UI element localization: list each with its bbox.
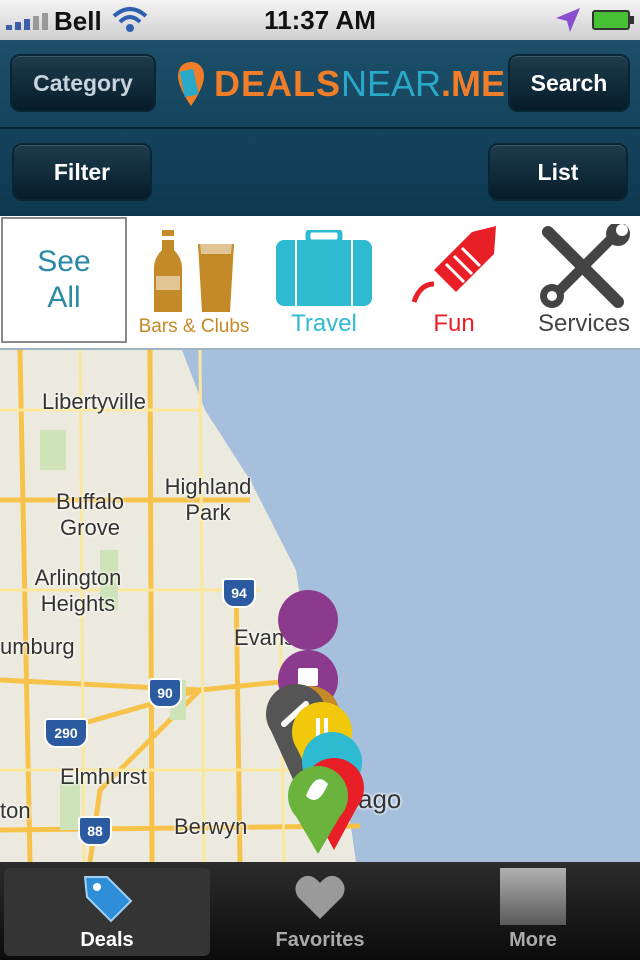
tab-favorites[interactable]: Favorites: [217, 868, 423, 956]
app-logo: DEALS NEAR .ME: [176, 56, 505, 112]
category-bars-clubs[interactable]: Bars & Clubs: [130, 216, 258, 348]
see-all-button[interactable]: See All: [1, 217, 127, 343]
more-icon: [500, 868, 566, 925]
clock: 11:37 AM: [264, 5, 376, 35]
nav-header: Category DEALS NEAR .ME Search Filter Li…: [0, 40, 640, 216]
category-fun[interactable]: Fun: [390, 216, 518, 348]
tools-icon: [540, 224, 630, 308]
search-button[interactable]: Search: [508, 54, 630, 112]
category-strip: See All Bars & Clubs Travel Fun Services: [0, 216, 640, 351]
price-tag-icon: [83, 876, 133, 923]
tab-label: More: [509, 929, 557, 951]
location-arrow-icon: [556, 8, 580, 32]
category-travel[interactable]: Travel: [260, 216, 388, 348]
heart-icon: [295, 875, 345, 919]
firework-rocket-icon: [411, 226, 496, 303]
filter-button[interactable]: Filter: [12, 143, 152, 201]
tab-bar: Deals Favorites More: [0, 862, 640, 960]
tab-label: Favorites: [275, 929, 365, 951]
category-label: Services: [537, 310, 631, 337]
category-services[interactable]: Services: [520, 216, 640, 348]
category-button[interactable]: Category: [10, 54, 156, 112]
tab-label: Deals: [80, 929, 134, 951]
tab-more[interactable]: More: [430, 868, 636, 956]
suitcase-icon: [276, 230, 372, 306]
tab-deals[interactable]: Deals: [4, 868, 210, 956]
header-divider: [0, 127, 640, 129]
category-label: Travel: [291, 310, 357, 337]
logo-deals-text: DEALS: [214, 63, 342, 104]
status-bar: Bell 11:37 AM: [0, 0, 640, 40]
map-view[interactable]: Libertyville Buffalo Grove Highland Park…: [0, 350, 640, 862]
green-pin[interactable]: [288, 766, 348, 854]
map-pins: [266, 590, 364, 854]
category-label: Bars & Clubs: [138, 316, 250, 337]
battery-icon: [592, 10, 634, 30]
logo-pin-icon: [178, 62, 204, 106]
logo-me-text: .ME: [441, 63, 506, 104]
logo-near-text: NEAR: [341, 63, 442, 104]
bottle-glass-icon: [154, 230, 234, 312]
category-label: Fun: [433, 310, 475, 337]
list-button[interactable]: List: [488, 143, 628, 201]
